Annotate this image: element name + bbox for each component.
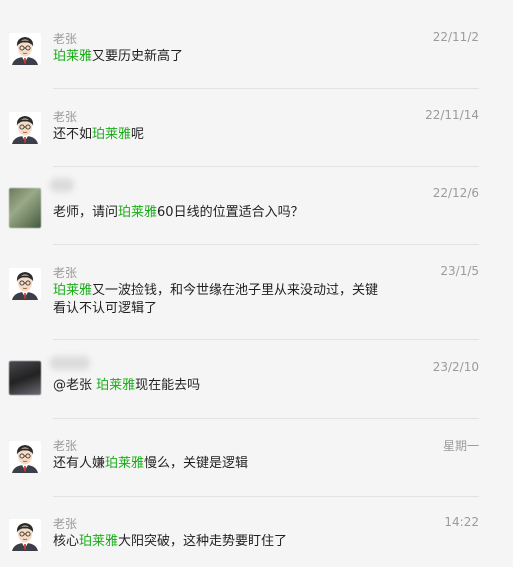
stock-name[interactable]: 珀莱雅 bbox=[92, 127, 131, 142]
avatar[interactable] bbox=[9, 112, 41, 144]
sender-name: 老张 bbox=[53, 517, 78, 531]
timestamp: 23/1/5 bbox=[440, 264, 479, 278]
avatar[interactable] bbox=[9, 33, 41, 65]
message-text: @老张 珀莱雅现在能去吗 bbox=[53, 378, 201, 393]
cartoon-man-glasses-icon bbox=[9, 268, 41, 300]
cartoon-man-glasses-icon bbox=[9, 441, 41, 473]
timestamp: 星期一 bbox=[442, 439, 479, 453]
sender-name: 老张 bbox=[53, 439, 78, 453]
message-text: 核心珀莱雅大阳突破，这种走势要盯住了 bbox=[53, 534, 288, 549]
avatar[interactable] bbox=[9, 268, 41, 300]
timestamp: 22/11/2 bbox=[432, 30, 479, 44]
stock-name[interactable]: 珀莱雅 bbox=[96, 378, 135, 393]
stock-name[interactable]: 珀莱雅 bbox=[118, 205, 157, 220]
avatar[interactable] bbox=[9, 361, 41, 395]
sender-name: 老张 bbox=[53, 32, 78, 46]
message-text: 珀莱雅又一波捡钱，和今世缘在池子里从来没动过，关键 看认不认可逻辑了 bbox=[53, 283, 379, 316]
timestamp: 14:22 bbox=[444, 515, 479, 529]
sender-name-redacted bbox=[50, 178, 74, 192]
divider bbox=[53, 166, 479, 167]
message-text: 老师，请问珀莱雅60日线的位置适合入吗？ bbox=[53, 205, 304, 220]
avatar[interactable] bbox=[9, 188, 41, 228]
message-text: 还有人嫌珀莱雅慢么，关键是逻辑 bbox=[53, 456, 249, 471]
timestamp: 22/11/14 bbox=[425, 108, 479, 122]
divider bbox=[53, 339, 479, 340]
divider bbox=[53, 88, 479, 89]
stock-name[interactable]: 珀莱雅 bbox=[105, 456, 144, 471]
message-text: 还不如珀莱雅呢 bbox=[53, 127, 145, 142]
divider bbox=[53, 496, 479, 497]
avatar[interactable] bbox=[9, 441, 41, 473]
timestamp: 23/2/10 bbox=[432, 360, 479, 374]
stock-name[interactable]: 珀莱雅 bbox=[53, 283, 92, 298]
message-text: 珀莱雅又要历史新高了 bbox=[53, 49, 184, 64]
sender-name: 老张 bbox=[53, 266, 78, 280]
chat-list: 老张 22/11/2 珀莱雅又要历史新高了 老张 22/11/14 还不如珀莱雅… bbox=[0, 0, 513, 567]
avatar[interactable] bbox=[9, 519, 41, 551]
divider bbox=[53, 418, 479, 419]
stock-name[interactable]: 珀莱雅 bbox=[53, 49, 92, 64]
divider bbox=[53, 244, 479, 245]
cartoon-man-glasses-icon bbox=[9, 33, 41, 65]
cartoon-man-glasses-icon bbox=[9, 519, 41, 551]
sender-name: 老张 bbox=[53, 110, 78, 124]
stock-name[interactable]: 珀莱雅 bbox=[79, 534, 118, 549]
timestamp: 22/12/6 bbox=[432, 186, 479, 200]
cartoon-man-glasses-icon bbox=[9, 112, 41, 144]
sender-name-redacted bbox=[50, 356, 90, 370]
